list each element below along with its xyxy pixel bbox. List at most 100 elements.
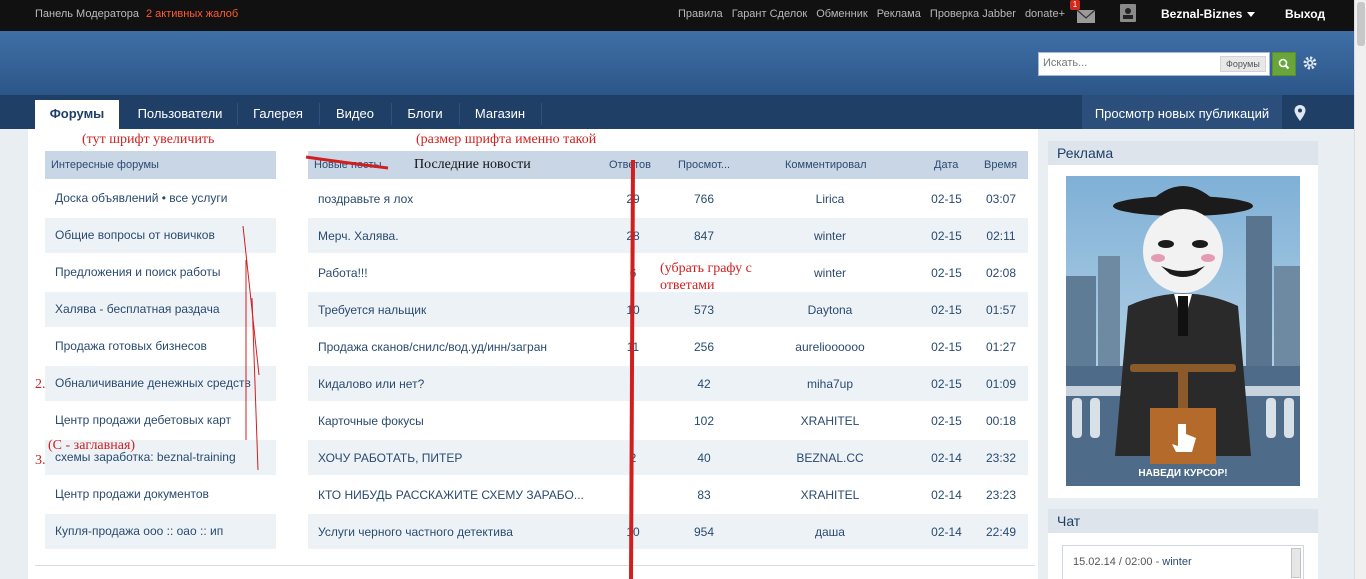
chevron-down-icon[interactable] [1247, 12, 1255, 17]
table-row: поздравьте я лох 29 766 Lirica 02-15 03:… [308, 181, 1028, 216]
topic-link[interactable]: КТО НИБУДЬ РАССКАЖИТЕ СХЕМУ ЗАРАБО... [318, 488, 584, 502]
tab-video[interactable]: Видео [320, 95, 390, 129]
forum-link[interactable]: Общие вопросы от новичков [45, 218, 276, 253]
post-date: 02-15 [931, 377, 962, 391]
search-scope[interactable]: Форумы [1220, 56, 1266, 72]
column-header-views[interactable]: Просмот... [678, 159, 730, 171]
moderator-panel-link[interactable]: Панель Модератора [35, 8, 139, 20]
topic-link[interactable]: Мерч. Халява. [318, 229, 399, 243]
forum-link[interactable]: Центр продажи документов [45, 477, 276, 512]
post-time: 01:57 [985, 303, 1017, 317]
main-nav: Форумы Пользователи Галерея Видео Блоги … [0, 95, 1354, 129]
view-count: 573 [693, 303, 715, 317]
tab-blogs[interactable]: Блоги [392, 95, 458, 129]
chat-scrollbar[interactable] [1291, 548, 1301, 578]
user-link[interactable]: XRAHITEL [770, 488, 890, 502]
topic-link[interactable]: ХОЧУ РАБОТАТЬ, ПИТЕР [318, 451, 462, 465]
forum-link[interactable]: Доска объявлений • все услуги [45, 181, 276, 216]
column-header-replies[interactable]: Ответов [609, 159, 651, 171]
top-link-jabber-check[interactable]: Проверка Jabber [930, 8, 1016, 20]
post-time: 00:18 [985, 414, 1017, 428]
location-pin-icon[interactable] [1294, 105, 1306, 121]
column-header-date[interactable]: Дата [934, 159, 958, 171]
top-link-exchange[interactable]: Обменник [816, 8, 867, 20]
topic-link[interactable]: Услуги черного частного детектива [318, 525, 513, 539]
chat-messages[interactable]: 15.02.14 / 02:00 - winter [1062, 545, 1304, 579]
table-row: Услуги черного частного детектива 10 954… [308, 514, 1028, 549]
user-link[interactable]: BEZNAL.CC [770, 451, 890, 465]
top-bar: Панель Модератора 2 активных жалоб Прави… [0, 0, 1354, 31]
top-link-donate[interactable]: donate+ [1025, 8, 1065, 20]
page-margin-left [0, 129, 28, 579]
user-link[interactable]: Lirica [770, 192, 890, 206]
search-input[interactable] [1043, 57, 1213, 69]
chat-username[interactable]: winter [1162, 556, 1191, 568]
complaints-link[interactable]: 2 активных жалоб [146, 8, 238, 20]
post-date: 02-14 [931, 488, 962, 502]
forum-link[interactable]: Купля-продажа ооо :: оао :: ип [45, 514, 276, 549]
logout-link[interactable]: Выход [1285, 7, 1325, 21]
annotation-font-bigger: (тут шрифт увеличить [82, 132, 215, 147]
post-time: 02:08 [985, 266, 1017, 280]
forum-link[interactable]: Центр продажи дебетовых карт [45, 403, 276, 438]
chat-message: 15.02.14 / 02:00 - winter [1073, 556, 1192, 568]
page-scrollbar[interactable] [1354, 0, 1366, 579]
ad-banner[interactable]: НАВЕДИ КУРСОР! [1066, 176, 1300, 486]
post-time: 23:23 [985, 488, 1017, 502]
topic-link[interactable]: Продажа сканов/снилс/вод.уд/инн/загран [318, 340, 547, 354]
column-header-commented[interactable]: Комментировал [785, 159, 867, 171]
top-link-ads[interactable]: Реклама [877, 8, 921, 20]
user-link[interactable]: miha7up [770, 377, 890, 391]
reply-count: 6 [629, 266, 637, 280]
annotation-news-title: Последние новости [408, 157, 537, 173]
top-link-rules[interactable]: Правила [678, 8, 723, 20]
chat-separator: - [1152, 556, 1163, 568]
post-date: 02-15 [931, 340, 962, 354]
user-link[interactable]: winter [770, 266, 890, 280]
post-time: 01:09 [985, 377, 1017, 391]
table-row: Продажа сканов/снилс/вод.уд/инн/загран 1… [308, 329, 1028, 364]
post-date: 02-15 [931, 414, 962, 428]
tab-shop[interactable]: Магазин [460, 95, 540, 129]
view-count: 42 [697, 377, 711, 391]
user-link[interactable]: winter [770, 229, 890, 243]
topic-link[interactable]: Кидалово или нет? [318, 377, 424, 391]
view-new-posts-button[interactable]: Просмотр новых публикаций [1082, 95, 1282, 129]
topic-link[interactable]: поздравьте я лох [318, 192, 413, 206]
scrollbar-thumb[interactable] [1357, 2, 1365, 46]
topic-link[interactable]: Карточные фокусы [318, 414, 424, 428]
forum-link[interactable]: Предложения и поиск работы [45, 255, 276, 290]
post-date: 02-15 [931, 192, 962, 206]
user-link[interactable]: XRAHITEL [770, 414, 890, 428]
tab-gallery[interactable]: Галерея [238, 95, 318, 129]
reply-count: 29 [626, 192, 640, 206]
user-link[interactable]: aurelioooooo [770, 340, 890, 354]
column-header-title[interactable]: Новые посты [314, 159, 382, 171]
user-link[interactable]: даша [770, 525, 890, 539]
chat-timestamp: 15.02.14 / 02:00 [1073, 556, 1153, 568]
column-header-time[interactable]: Время [984, 159, 1017, 171]
user-link[interactable]: Daytona [770, 303, 890, 317]
reply-count: 10 [626, 525, 640, 539]
tab-users[interactable]: Пользователи [124, 95, 236, 129]
user-card-icon[interactable] [1120, 4, 1136, 22]
view-count: 40 [697, 451, 711, 465]
forum-link[interactable]: Обналичивание денежных средств [45, 366, 276, 401]
view-count: 954 [693, 525, 715, 539]
annotation-remove-column: (убрать графу с [660, 261, 752, 276]
forum-link[interactable]: Халява - бесплатная раздача [45, 292, 276, 327]
forum-link[interactable]: Продажа готовых бизнесов [45, 329, 276, 364]
topic-link[interactable]: Требуется нальщик [318, 303, 426, 317]
top-link-escrow[interactable]: Гарант Сделок [732, 8, 807, 20]
reply-count: 28 [626, 229, 640, 243]
tab-forums[interactable]: Форумы [35, 100, 119, 129]
svg-text:НАВЕДИ КУРСОР!: НАВЕДИ КУРСОР! [1138, 468, 1227, 479]
search-box: Форумы [1038, 52, 1270, 76]
table-row: КТО НИБУДЬ РАССКАЖИТЕ СХЕМУ ЗАРАБО... 83… [308, 477, 1028, 512]
search-button[interactable] [1272, 52, 1296, 76]
gear-icon[interactable] [1302, 55, 1318, 71]
topic-link[interactable]: Работа!!! [318, 266, 368, 280]
post-time: 01:27 [985, 340, 1017, 354]
table-row: ХОЧУ РАБОТАТЬ, ПИТЕР 2 40 BEZNAL.CC 02-1… [308, 440, 1028, 475]
user-menu[interactable]: Beznal-Biznes [1161, 7, 1242, 21]
